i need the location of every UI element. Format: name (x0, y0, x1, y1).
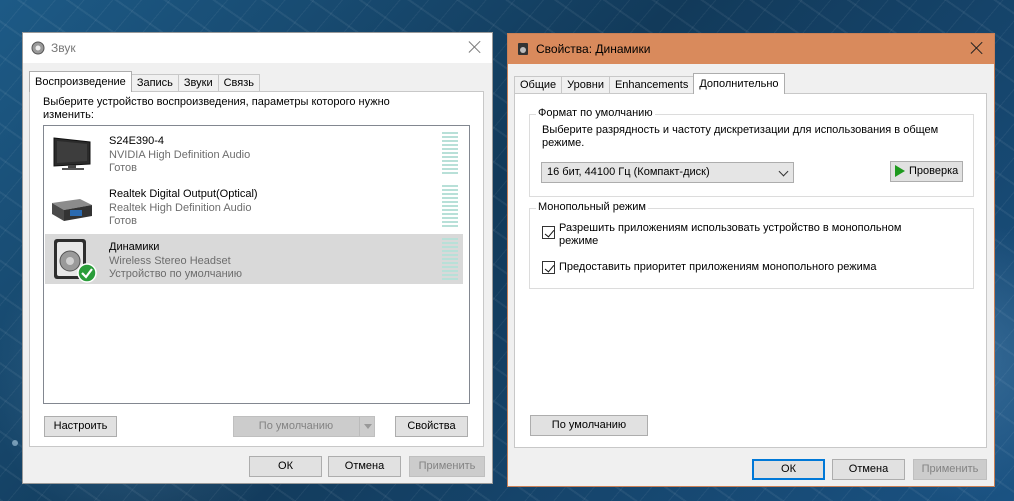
speaker-app-icon (31, 41, 45, 55)
list-item[interactable]: Realtek Digital Output(Optical) Realtek … (45, 181, 463, 231)
device-status: Готов (109, 162, 137, 174)
apply-button[interactable]: Применить (409, 456, 485, 477)
list-item[interactable]: Динамики Wireless Stereo Headset Устройс… (45, 234, 463, 284)
cancel-button[interactable]: Отмена (328, 456, 401, 477)
sound-titlebar[interactable]: Звук (23, 33, 492, 63)
properties-tab-strip: Общие Уровни Enhancements Дополнительно (514, 73, 785, 94)
tab-sounds[interactable]: Звуки (177, 74, 219, 92)
apply-button[interactable]: Применить (913, 459, 987, 480)
tab-recording[interactable]: Запись (130, 74, 179, 92)
properties-window: Свойства: Динамики Общие Уровни Enhancem… (507, 33, 995, 487)
set-default-label: По умолчанию (258, 420, 334, 432)
desktop-decoration (12, 440, 18, 446)
test-button[interactable]: Проверка (890, 161, 963, 182)
properties-window-title: Свойства: Динамики (536, 42, 651, 56)
close-icon[interactable] (468, 40, 482, 54)
exclusive-mode-group: Монопольный режим Разрешить приложениям … (529, 201, 974, 289)
restore-defaults-button[interactable]: По умолчанию (530, 415, 648, 436)
cancel-button[interactable]: Отмена (832, 459, 905, 480)
volume-meter (442, 132, 458, 174)
device-name: Realtek Digital Output(Optical) (109, 188, 258, 200)
configure-button[interactable]: Настроить (44, 416, 117, 437)
volume-meter (442, 238, 458, 280)
ok-button[interactable]: ОК (752, 459, 825, 480)
format-dropdown[interactable]: 16 бит, 44100 Гц (Компакт-диск) (541, 162, 794, 183)
device-driver: NVIDIA High Definition Audio (109, 149, 251, 161)
speaker-app-icon (518, 43, 528, 55)
allow-exclusive-checkbox[interactable] (542, 226, 555, 239)
properties-titlebar[interactable]: Свойства: Динамики (508, 34, 994, 64)
device-status: Готов (109, 215, 137, 227)
advanced-panel: Формат по умолчанию Выберите разрядность… (514, 93, 987, 448)
tab-enhancements[interactable]: Enhancements (608, 76, 695, 94)
format-description: Выберите разрядность и частоту дискретиз… (542, 124, 939, 149)
device-list[interactable]: S24E390-4 NVIDIA High Definition Audio Г… (43, 125, 470, 404)
default-format-legend: Формат по умолчанию (536, 107, 655, 119)
sound-window-title: Звук (51, 41, 76, 55)
default-format-group: Формат по умолчанию Выберите разрядность… (529, 107, 974, 197)
tab-playback[interactable]: Воспроизведение (29, 71, 132, 92)
sound-window: Звук Воспроизведение Запись Звуки Связь … (22, 32, 493, 484)
properties-button[interactable]: Свойства (395, 416, 468, 437)
sound-tab-strip: Воспроизведение Запись Звуки Связь (29, 71, 261, 92)
instruction-text: Выберите устройство воспроизведения, пар… (43, 96, 390, 121)
green-check-icon (77, 263, 97, 283)
optical-output-icon (52, 199, 92, 221)
device-driver: Wireless Stereo Headset (109, 255, 231, 267)
device-name: Динамики (109, 241, 160, 253)
tab-communications[interactable]: Связь (217, 74, 261, 92)
chevron-down-icon (778, 166, 789, 177)
test-label: Проверка (909, 165, 959, 177)
ok-button[interactable]: ОК (249, 456, 322, 477)
volume-meter (442, 185, 458, 227)
priority-label[interactable]: Предоставить приоритет приложениям моноп… (559, 261, 876, 273)
device-status: Устройство по умолчанию (109, 268, 243, 280)
tab-general[interactable]: Общие (514, 76, 563, 94)
close-icon[interactable] (970, 41, 984, 55)
play-icon (895, 165, 905, 177)
allow-exclusive-label[interactable]: Разрешить приложениям использовать устро… (559, 222, 939, 248)
device-driver: Realtek High Definition Audio (109, 202, 252, 214)
priority-checkbox[interactable] (542, 261, 555, 274)
device-name: S24E390-4 (109, 135, 165, 147)
tab-levels[interactable]: Уровни (561, 76, 610, 94)
set-default-button[interactable]: По умолчанию (233, 416, 375, 437)
monitor-icon (53, 137, 91, 170)
list-item[interactable]: S24E390-4 NVIDIA High Definition Audio Г… (45, 128, 463, 178)
playback-panel: Выберите устройство воспроизведения, пар… (29, 91, 484, 447)
format-selected-value: 16 бит, 44100 Гц (Компакт-диск) (547, 166, 710, 178)
dropdown-split-icon[interactable] (359, 417, 374, 436)
exclusive-mode-legend: Монопольный режим (536, 201, 648, 213)
tab-advanced[interactable]: Дополнительно (693, 73, 785, 94)
